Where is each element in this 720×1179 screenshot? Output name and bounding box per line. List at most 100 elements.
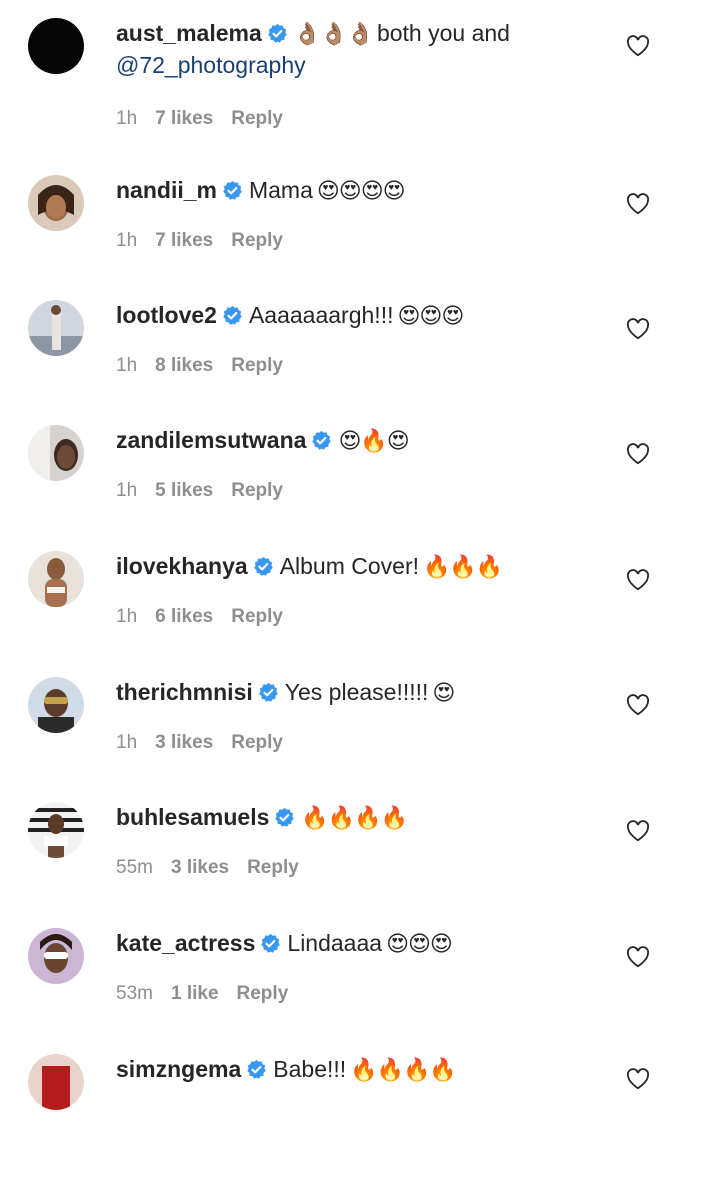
- username[interactable]: kate_actress: [116, 930, 255, 956]
- username[interactable]: aust_malema: [116, 20, 262, 46]
- comment-body: therichmnisi Yes please!!!!! 😍 1h 3 likes Rep…: [116, 677, 596, 753]
- username[interactable]: therichmnisi: [116, 679, 253, 705]
- comment-meta: 1h 8 likes Reply: [116, 355, 283, 377]
- comment-emoji: 🔥🔥🔥: [423, 555, 503, 580]
- comment-timestamp: 53m: [116, 983, 153, 1004]
- verified-badge-icon: [246, 1057, 267, 1079]
- avatar[interactable]: [28, 300, 84, 356]
- comment-meta: 1h 5 likes Reply: [116, 480, 283, 502]
- username[interactable]: buhlesamuels: [116, 804, 269, 830]
- heart-outline-icon[interactable]: [626, 443, 650, 465]
- comment-body: zandilemsutwana 😍🔥😍 1h 5 likes Reply: [116, 425, 596, 501]
- reply-button[interactable]: Reply: [231, 230, 283, 251]
- likes-count[interactable]: 5 likes: [155, 480, 213, 501]
- comment-text: Babe!!!: [273, 1056, 347, 1082]
- comment-body: nandii_m Mama 😍😍😍😍 1h 7 likes Reply: [116, 175, 596, 251]
- heart-outline-icon[interactable]: [626, 1068, 650, 1090]
- username[interactable]: lootlove2: [116, 302, 217, 328]
- comment-timestamp: 1h: [116, 480, 138, 501]
- comment-body: kate_actress Lindaaaa 😍😍😍 53m 1 like Reply: [116, 928, 596, 1004]
- heart-outline-icon[interactable]: [626, 694, 650, 716]
- comment-meta: 1h 7 likes Reply: [116, 108, 283, 130]
- comment-row: buhlesamuels 🔥🔥🔥🔥 55m 3 likes Reply: [0, 802, 720, 927]
- comment-line: aust_malema 👌🏽👌🏽👌🏽 both you and: [116, 18, 596, 50]
- likes-count[interactable]: 1 like: [171, 983, 219, 1004]
- likes-count[interactable]: 7 likes: [155, 230, 213, 251]
- username[interactable]: ilovekhanya: [116, 553, 248, 579]
- reply-button[interactable]: Reply: [231, 480, 283, 501]
- username[interactable]: zandilemsutwana: [116, 427, 306, 453]
- likes-count[interactable]: 8 likes: [155, 355, 213, 376]
- comment-line: lootlove2 Aaaaaaargh!!! 😍😍😍: [116, 300, 596, 332]
- reply-button[interactable]: Reply: [231, 108, 283, 129]
- comment-timestamp: 1h: [116, 230, 138, 251]
- mention-link[interactable]: @72_photography: [116, 52, 306, 78]
- comment-line: kate_actress Lindaaaa 😍😍😍: [116, 928, 596, 960]
- avatar[interactable]: [28, 677, 84, 733]
- comment-row: therichmnisi Yes please!!!!! 😍 1h 3 likes Rep…: [0, 677, 720, 802]
- comment-emoji: 😍🔥😍: [338, 429, 409, 454]
- heart-outline-icon[interactable]: [626, 318, 650, 340]
- comment-meta: 53m 1 like Reply: [116, 983, 288, 1005]
- comment-line: buhlesamuels 🔥🔥🔥🔥: [116, 802, 596, 834]
- heart-outline-icon[interactable]: [626, 193, 650, 215]
- comment-line: nandii_m Mama 😍😍😍😍: [116, 175, 596, 207]
- verified-badge-icon: [260, 931, 281, 953]
- reply-button[interactable]: Reply: [231, 606, 283, 627]
- comment-row: lootlove2 Aaaaaaargh!!! 😍😍😍 1h 8 likes Reply: [0, 300, 720, 425]
- comment-row: aust_malema 👌🏽👌🏽👌🏽 both you and @72_photogr…: [0, 18, 720, 143]
- comment-line: therichmnisi Yes please!!!!! 😍: [116, 677, 596, 709]
- comment-meta: 1h 6 likes Reply: [116, 606, 283, 628]
- comment-timestamp: 1h: [116, 606, 138, 627]
- comment-text: Mama: [248, 177, 313, 203]
- verified-badge-icon: [222, 303, 243, 325]
- verified-badge-icon: [258, 680, 279, 702]
- comment-meta: 55m 3 likes Reply: [116, 857, 299, 879]
- verified-badge-icon: [311, 428, 332, 450]
- heart-outline-icon[interactable]: [626, 820, 650, 842]
- comment-text: both you and: [376, 20, 510, 46]
- avatar[interactable]: [28, 551, 84, 607]
- reply-button[interactable]: Reply: [231, 732, 283, 753]
- reply-button[interactable]: Reply: [247, 857, 299, 878]
- comment-emoji: 🔥🔥🔥🔥: [301, 806, 408, 831]
- reply-button[interactable]: Reply: [237, 983, 289, 1004]
- avatar[interactable]: [28, 1054, 84, 1110]
- heart-outline-icon[interactable]: [626, 946, 650, 968]
- comment-row: simzngema Babe!!! 🔥🔥🔥🔥: [0, 1054, 720, 1179]
- comment-emoji: 😍: [432, 681, 455, 706]
- comment-timestamp: 1h: [116, 732, 138, 753]
- comment-line: ilovekhanya Album Cover! 🔥🔥🔥: [116, 551, 596, 583]
- username[interactable]: simzngema: [116, 1056, 241, 1082]
- comment-body: buhlesamuels 🔥🔥🔥🔥 55m 3 likes Reply: [116, 802, 596, 878]
- comment-timestamp: 1h: [116, 108, 138, 129]
- comment-row: zandilemsutwana 😍🔥😍 1h 5 likes Reply: [0, 425, 720, 550]
- username[interactable]: nandii_m: [116, 177, 217, 203]
- avatar[interactable]: [28, 928, 84, 984]
- likes-count[interactable]: 3 likes: [155, 732, 213, 753]
- heart-outline-icon[interactable]: [626, 35, 650, 57]
- comment-timestamp: 1h: [116, 355, 138, 376]
- likes-count[interactable]: 6 likes: [155, 606, 213, 627]
- comment-body: aust_malema 👌🏽👌🏽👌🏽 both you and @72_photogr…: [116, 18, 596, 129]
- comment-emoji: 🔥🔥🔥🔥: [350, 1058, 457, 1083]
- avatar[interactable]: [28, 425, 84, 481]
- comment-body: simzngema Babe!!! 🔥🔥🔥🔥: [116, 1054, 596, 1086]
- comment-row: nandii_m Mama 😍😍😍😍 1h 7 likes Reply: [0, 175, 720, 300]
- avatar[interactable]: [28, 18, 84, 74]
- avatar[interactable]: [28, 802, 84, 858]
- comment-body: ilovekhanya Album Cover! 🔥🔥🔥 1h 6 likes Reply: [116, 551, 596, 627]
- comment-line: simzngema Babe!!! 🔥🔥🔥🔥: [116, 1054, 596, 1086]
- comment-text: Aaaaaaargh!!!: [248, 302, 394, 328]
- avatar[interactable]: [28, 175, 84, 231]
- comment-emoji: 😍😍😍: [386, 932, 453, 957]
- likes-count[interactable]: 7 likes: [155, 108, 213, 129]
- comment-text: Yes please!!!!!: [284, 679, 429, 705]
- heart-outline-icon[interactable]: [626, 569, 650, 591]
- reply-button[interactable]: Reply: [231, 355, 283, 376]
- comment-emoji: 😍😍😍😍: [316, 179, 406, 204]
- comment-body: lootlove2 Aaaaaaargh!!! 😍😍😍 1h 8 likes Reply: [116, 300, 596, 376]
- verified-badge-icon: [274, 805, 295, 827]
- likes-count[interactable]: 3 likes: [171, 857, 229, 878]
- comment-emoji: 😍😍😍: [397, 304, 464, 329]
